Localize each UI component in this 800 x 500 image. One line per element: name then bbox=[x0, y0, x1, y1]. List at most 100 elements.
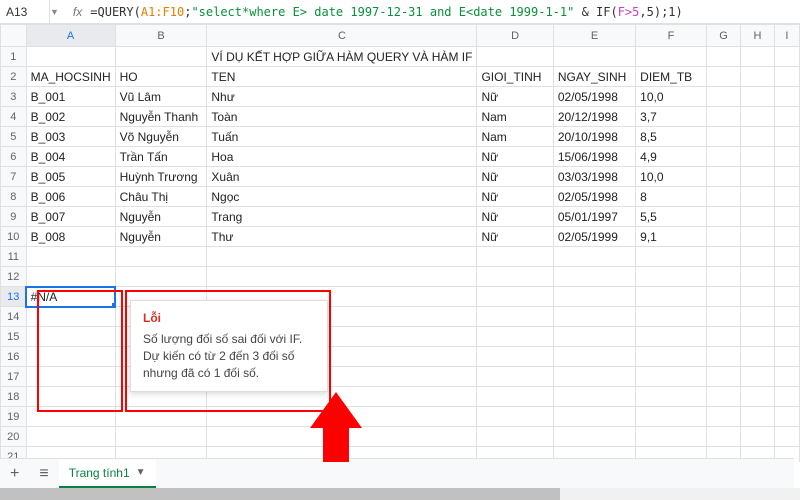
cell[interactable] bbox=[741, 167, 775, 187]
cell[interactable]: 3,7 bbox=[636, 107, 707, 127]
cell[interactable]: Trần Tấn bbox=[115, 147, 207, 167]
cell[interactable]: Huỳnh Trương bbox=[115, 167, 207, 187]
cell[interactable] bbox=[706, 267, 740, 287]
col-header-C[interactable]: C bbox=[207, 25, 477, 47]
row-header[interactable]: 3 bbox=[1, 87, 27, 107]
cell[interactable] bbox=[774, 427, 799, 447]
cell[interactable] bbox=[706, 367, 740, 387]
cell[interactable]: Nữ bbox=[477, 167, 553, 187]
col-header-D[interactable]: D bbox=[477, 25, 553, 47]
cell[interactable] bbox=[741, 287, 775, 307]
cell[interactable]: 9,1 bbox=[636, 227, 707, 247]
cell[interactable] bbox=[706, 327, 740, 347]
col-header-E[interactable]: E bbox=[553, 25, 635, 47]
cell[interactable] bbox=[636, 327, 707, 347]
cell[interactable] bbox=[636, 387, 707, 407]
col-header-H[interactable]: H bbox=[741, 25, 775, 47]
cell[interactable] bbox=[774, 327, 799, 347]
cell[interactable] bbox=[636, 347, 707, 367]
cell[interactable] bbox=[741, 407, 775, 427]
cell[interactable] bbox=[636, 247, 707, 267]
cell[interactable] bbox=[706, 87, 740, 107]
cell[interactable] bbox=[477, 407, 553, 427]
cell[interactable]: B_007 bbox=[26, 207, 115, 227]
col-header-A[interactable]: A bbox=[26, 25, 115, 47]
cell[interactable]: 02/05/1998 bbox=[553, 187, 635, 207]
cell[interactable]: Như bbox=[207, 87, 477, 107]
cell[interactable]: Trang bbox=[207, 207, 477, 227]
all-sheets-button[interactable]: ≡ bbox=[29, 465, 58, 483]
cell[interactable] bbox=[553, 267, 635, 287]
cell[interactable]: MA_HOCSINH bbox=[26, 67, 115, 87]
cell[interactable] bbox=[741, 147, 775, 167]
cell[interactable] bbox=[477, 327, 553, 347]
cell[interactable]: 4,9 bbox=[636, 147, 707, 167]
cell[interactable] bbox=[115, 407, 207, 427]
cell[interactable] bbox=[26, 387, 115, 407]
cell[interactable] bbox=[741, 307, 775, 327]
name-box-dropdown-icon[interactable]: ▼ bbox=[50, 7, 65, 17]
cell[interactable] bbox=[706, 347, 740, 367]
cell[interactable] bbox=[115, 427, 207, 447]
cell[interactable] bbox=[207, 267, 477, 287]
cell[interactable]: DIEM_TB bbox=[636, 67, 707, 87]
cell[interactable] bbox=[553, 367, 635, 387]
cell[interactable] bbox=[553, 327, 635, 347]
cell[interactable] bbox=[115, 47, 207, 67]
cell[interactable] bbox=[706, 67, 740, 87]
cell[interactable]: NGAY_SINH bbox=[553, 67, 635, 87]
error-cell[interactable]: #N/A bbox=[26, 287, 115, 307]
cell[interactable]: Nguyễn bbox=[115, 207, 207, 227]
row-header[interactable]: 20 bbox=[1, 427, 27, 447]
cell[interactable]: VÍ DỤ KẾT HỢP GIỮA HÀM QUERY VÀ HÀM IF bbox=[207, 47, 477, 67]
selection-handle[interactable] bbox=[112, 303, 116, 307]
row-header[interactable]: 16 bbox=[1, 347, 27, 367]
col-header-B[interactable]: B bbox=[115, 25, 207, 47]
cell[interactable] bbox=[553, 347, 635, 367]
select-all-corner[interactable] bbox=[1, 25, 27, 47]
cell[interactable] bbox=[774, 107, 799, 127]
row-header[interactable]: 14 bbox=[1, 307, 27, 327]
cell[interactable]: GIOI_TINH bbox=[477, 67, 553, 87]
name-box[interactable]: A13 bbox=[0, 0, 50, 23]
cell[interactable] bbox=[207, 247, 477, 267]
cell[interactable]: B_004 bbox=[26, 147, 115, 167]
cell[interactable]: Nguyễn Thanh bbox=[115, 107, 207, 127]
cell[interactable] bbox=[706, 387, 740, 407]
row-header[interactable]: 18 bbox=[1, 387, 27, 407]
cell[interactable] bbox=[115, 247, 207, 267]
cell[interactable]: 8 bbox=[636, 187, 707, 207]
cell[interactable]: B_003 bbox=[26, 127, 115, 147]
cell[interactable]: 05/01/1997 bbox=[553, 207, 635, 227]
add-sheet-button[interactable]: + bbox=[0, 465, 29, 483]
row-header[interactable]: 6 bbox=[1, 147, 27, 167]
cell[interactable]: 8,5 bbox=[636, 127, 707, 147]
cell[interactable] bbox=[636, 307, 707, 327]
cell[interactable] bbox=[26, 427, 115, 447]
cell[interactable] bbox=[553, 407, 635, 427]
cell[interactable]: Võ Nguyễn bbox=[115, 127, 207, 147]
cell[interactable] bbox=[636, 47, 707, 67]
cell[interactable]: Nữ bbox=[477, 207, 553, 227]
cell[interactable] bbox=[553, 387, 635, 407]
cell[interactable]: Nguyễn bbox=[115, 227, 207, 247]
cell[interactable] bbox=[706, 427, 740, 447]
cell[interactable]: Hoa bbox=[207, 147, 477, 167]
cell[interactable] bbox=[477, 247, 553, 267]
cell[interactable]: B_005 bbox=[26, 167, 115, 187]
cell[interactable] bbox=[477, 367, 553, 387]
cell[interactable] bbox=[741, 67, 775, 87]
row-header[interactable]: 12 bbox=[1, 267, 27, 287]
row-header[interactable]: 13 bbox=[1, 287, 27, 307]
cell[interactable]: TEN bbox=[207, 67, 477, 87]
row-header[interactable]: 8 bbox=[1, 187, 27, 207]
horizontal-scrollbar[interactable] bbox=[0, 488, 800, 500]
cell[interactable] bbox=[774, 207, 799, 227]
spreadsheet-grid[interactable]: ABCDEFGHI 1VÍ DỤ KẾT HỢP GIỮA HÀM QUERY … bbox=[0, 24, 800, 462]
cell[interactable]: B_008 bbox=[26, 227, 115, 247]
cell[interactable] bbox=[774, 387, 799, 407]
cell[interactable] bbox=[26, 307, 115, 327]
cell[interactable] bbox=[26, 407, 115, 427]
sheet-tab-menu-icon[interactable]: ▼ bbox=[136, 467, 146, 478]
cell[interactable] bbox=[706, 287, 740, 307]
